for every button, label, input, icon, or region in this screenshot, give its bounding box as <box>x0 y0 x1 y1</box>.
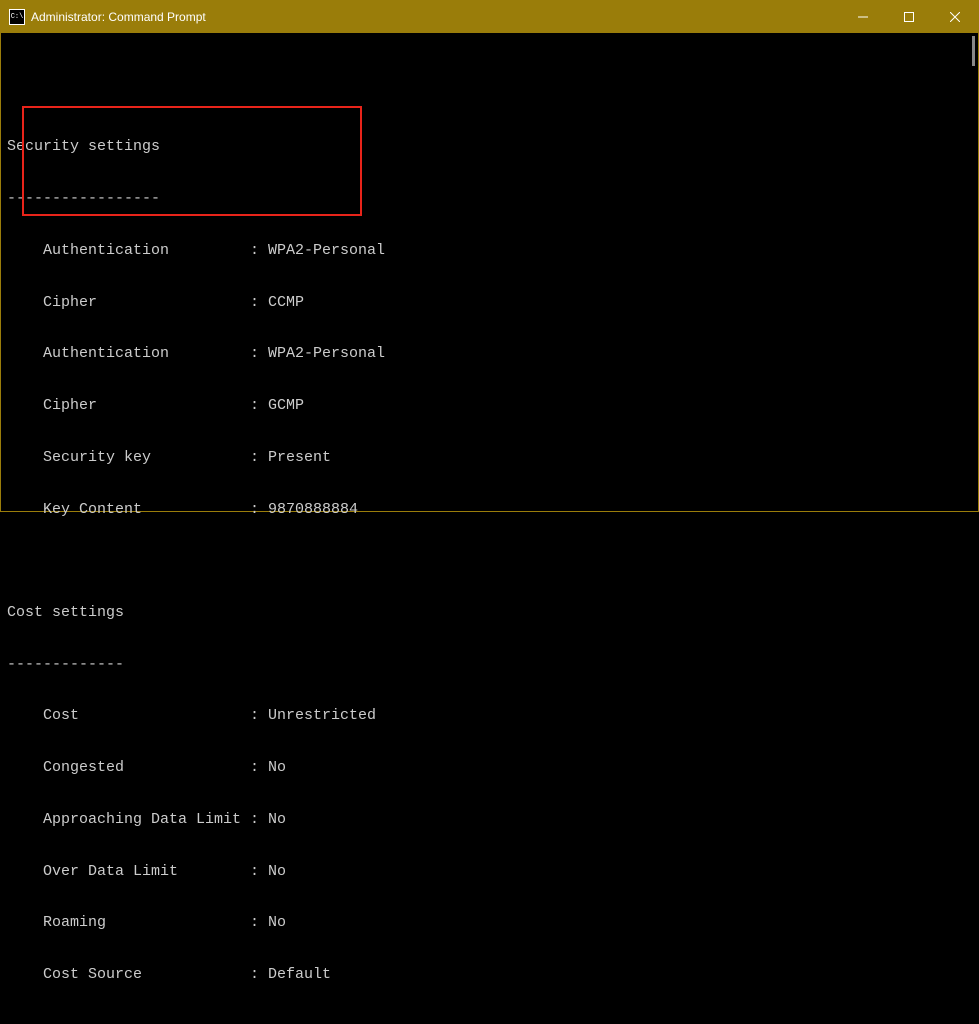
cost-row-1: Congested : No <box>7 759 972 776</box>
security-header: Security settings <box>7 138 972 155</box>
security-label-1: Cipher : CCMP <box>7 294 304 311</box>
cost-divider: ------------- <box>7 656 972 673</box>
titlebar[interactable]: C:\ Administrator: Command Prompt <box>1 1 978 33</box>
security-label-5: Key Content : 9870888884 <box>7 501 358 518</box>
cost-label-3: Over Data Limit : No <box>7 863 286 880</box>
security-row-0: Authentication : WPA2-Personal <box>7 242 972 259</box>
cost-header: Cost settings <box>7 604 972 621</box>
security-divider: ----------------- <box>7 190 972 207</box>
cost-label-4: Roaming : No <box>7 914 286 931</box>
cost-row-4: Roaming : No <box>7 914 972 931</box>
cmd-icon: C:\ <box>9 9 25 25</box>
security-label-3: Cipher : GCMP <box>7 397 304 414</box>
security-row-5: Key Content : 9870888884 <box>7 501 972 518</box>
security-label-0: Authentication : WPA2-Personal <box>7 242 385 259</box>
cost-row-5: Cost Source : Default <box>7 966 972 983</box>
terminal[interactable]: Security settings ----------------- Auth… <box>1 33 978 511</box>
cost-label-1: Congested : No <box>7 759 286 776</box>
security-label-2: Authentication : WPA2-Personal <box>7 345 385 362</box>
cost-row-2: Approaching Data Limit : No <box>7 811 972 828</box>
cost-row-3: Over Data Limit : No <box>7 863 972 880</box>
scrollbar[interactable] <box>972 36 975 66</box>
window-controls <box>840 1 978 33</box>
cost-label-0: Cost : Unrestricted <box>7 707 376 724</box>
security-row-3: Cipher : GCMP <box>7 397 972 414</box>
cost-row-0: Cost : Unrestricted <box>7 707 972 724</box>
security-label-4: Security key : Present <box>7 449 331 466</box>
cost-label-2: Approaching Data Limit : No <box>7 811 286 828</box>
security-row-4: Security key : Present <box>7 449 972 466</box>
security-row-1: Cipher : CCMP <box>7 294 972 311</box>
security-row-2: Authentication : WPA2-Personal <box>7 345 972 362</box>
minimize-button[interactable] <box>840 1 886 33</box>
window-title: Administrator: Command Prompt <box>31 10 840 24</box>
close-button[interactable] <box>932 1 978 33</box>
cost-label-5: Cost Source : Default <box>7 966 331 983</box>
maximize-button[interactable] <box>886 1 932 33</box>
